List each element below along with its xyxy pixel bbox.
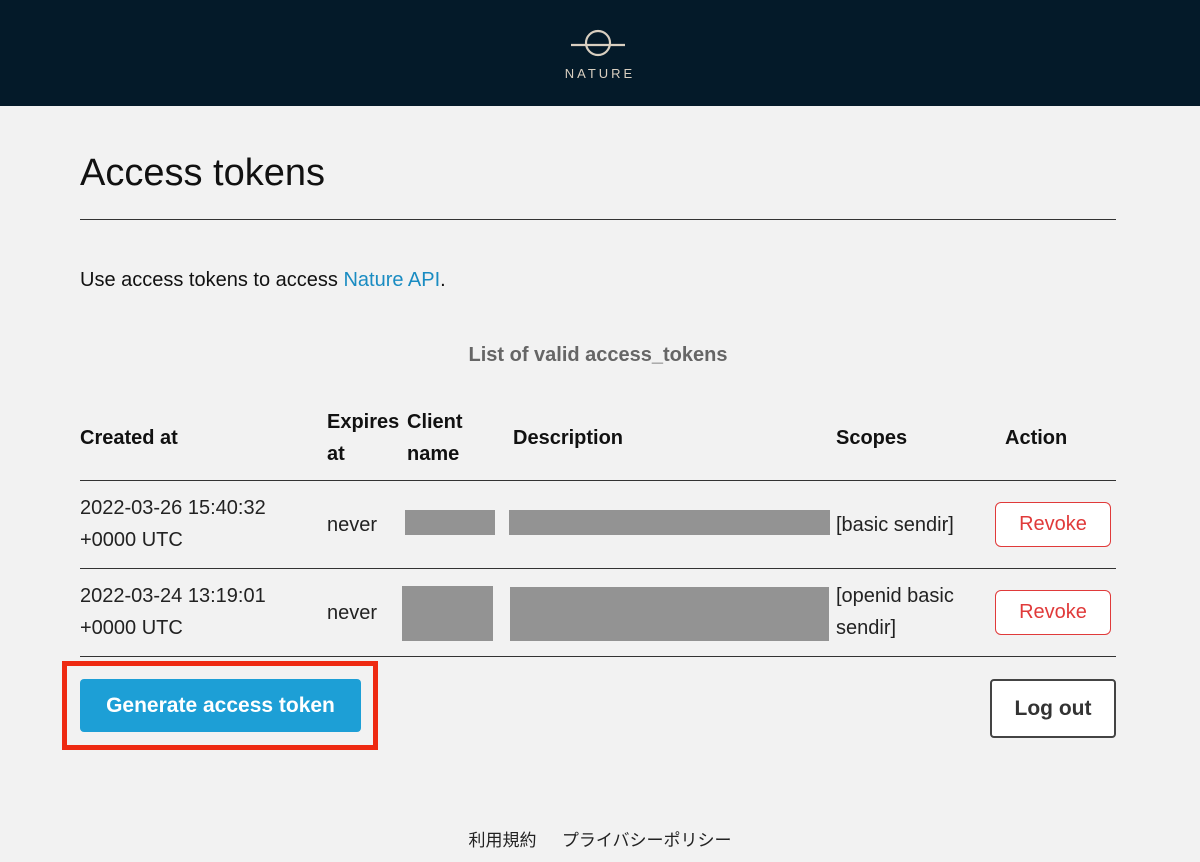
intro-text: Use access tokens to access Nature API. [80,269,446,292]
intro-prefix: Use access tokens to access [80,269,344,291]
revoke-button[interactable]: Revoke [995,590,1111,635]
terms-link[interactable]: 利用規約 [468,831,536,851]
created-at-date: 2022-03-24 13:19:01 [80,585,266,607]
expires-at: never [327,514,378,536]
footer: 利用規約 プライバシーポリシー [0,826,1200,851]
row-divider [80,568,1116,569]
expires-at: never [327,602,378,624]
header-created-at: Created at [80,427,178,449]
nature-logo[interactable]: NATURE [0,0,1200,106]
privacy-policy-link[interactable]: プライバシーポリシー [562,831,732,851]
generate-access-token-button[interactable]: Generate access token [80,679,361,732]
header-scopes: Scopes [836,427,908,449]
header-action: Action [1005,427,1068,449]
header-client-name-line2: name [407,443,460,465]
revoke-button[interactable]: Revoke [995,502,1111,547]
redacted-client-name [402,586,493,641]
logout-button[interactable]: Log out [990,679,1116,738]
nature-api-link[interactable]: Nature API [343,269,440,291]
top-bar: NATURE [0,0,1200,106]
scopes-line2: sendir] [836,617,897,639]
created-at-tz: +0000 UTC [80,529,183,551]
created-at-tz: +0000 UTC [80,617,183,639]
table-bottom-divider [80,656,1116,657]
scopes: [basic sendir] [836,514,954,536]
created-at-date: 2022-03-26 15:40:32 [80,497,266,519]
redacted-description [510,587,829,641]
nature-logo-icon [571,29,625,57]
intro-suffix: . [440,269,446,291]
page-title: Access tokens [80,152,325,194]
header-client-name-line1: Client [407,411,463,433]
title-divider [80,219,1116,220]
header-divider [80,480,1116,481]
redacted-client-name [405,510,495,535]
redacted-description [509,510,830,535]
scopes-line1: [openid basic [836,585,954,607]
logo-text: NATURE [564,66,636,81]
table-caption: List of valid access_tokens [468,344,728,366]
header-expires-at-line1: Expires [327,411,400,433]
header-expires-at-line2: at [327,443,345,465]
header-description: Description [513,427,624,449]
